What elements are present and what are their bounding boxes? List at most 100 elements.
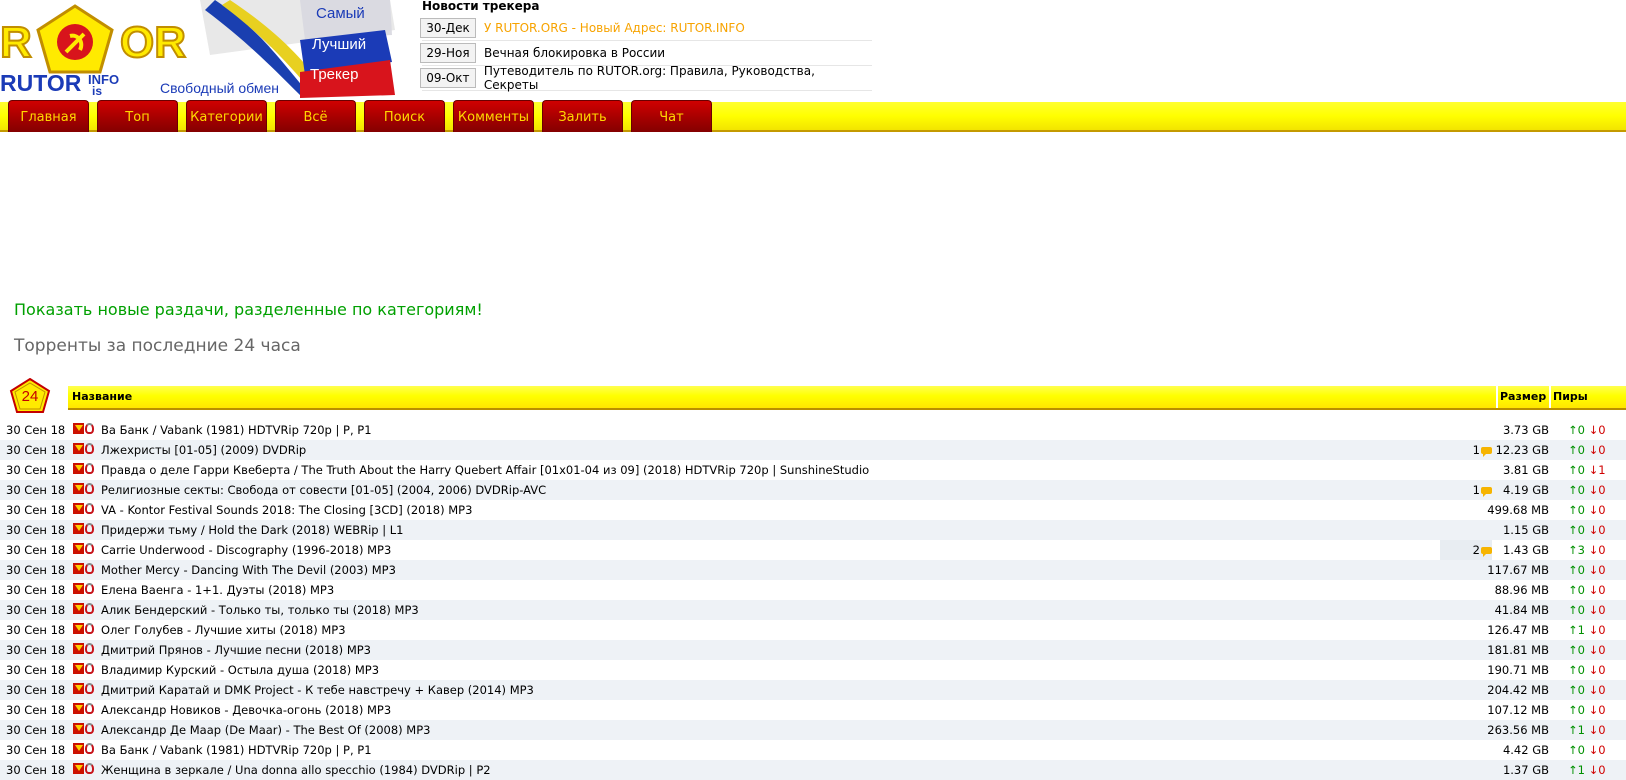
magnet-icon[interactable] xyxy=(85,543,94,554)
news-link[interactable]: Путеводитель по RUTOR.org: Правила, Руко… xyxy=(484,64,872,92)
row-peers: ↑1 ↓0 xyxy=(1568,720,1606,740)
download-icon[interactable] xyxy=(73,503,84,514)
row-icons xyxy=(73,642,97,658)
row-icons xyxy=(73,762,97,778)
row-date: 30 Сен 18 xyxy=(6,643,66,657)
magnet-icon[interactable] xyxy=(85,663,94,674)
download-icon[interactable] xyxy=(73,583,84,594)
arrow-down-icon: ↓ xyxy=(1588,663,1599,677)
table-row: 30 Сен 18 Религиозные секты: Свобода от с… xyxy=(0,480,1626,500)
row-date: 30 Сен 18 xyxy=(6,483,66,497)
torrent-title-link[interactable]: Владимир Курский - Остыла душа (2018) MP… xyxy=(101,663,379,677)
torrent-title-link[interactable]: Религиозные секты: Свобода от совести [0… xyxy=(101,483,546,497)
row-size: 3.73 GB xyxy=(1502,423,1549,437)
download-icon[interactable] xyxy=(73,423,84,434)
seeders-count: 0 xyxy=(1577,503,1585,517)
magnet-icon[interactable] xyxy=(85,483,94,494)
magnet-icon[interactable] xyxy=(85,603,94,614)
magnet-icon[interactable] xyxy=(85,763,94,774)
row-date: 30 Сен 18 xyxy=(6,763,66,777)
download-icon[interactable] xyxy=(73,663,84,674)
download-icon[interactable] xyxy=(73,443,84,454)
site-logo[interactable]: R OR RUTOR INFO is Самый Лучший Трекер С… xyxy=(0,0,400,100)
table-row: 30 Сен 18 Дмитрий Прянов - Лучшие песни (… xyxy=(0,640,1626,660)
magnet-icon[interactable] xyxy=(85,723,94,734)
torrent-title-link[interactable]: Дмитрий Каратай и DMK Project - К тебе н… xyxy=(101,683,534,697)
row-size: 204.42 MB xyxy=(1487,683,1549,697)
download-icon[interactable] xyxy=(73,523,84,534)
download-icon[interactable] xyxy=(73,603,84,614)
row-size: 1.37 GB xyxy=(1502,763,1549,777)
arrow-up-icon: ↑ xyxy=(1568,463,1578,477)
download-icon[interactable] xyxy=(73,763,84,774)
magnet-icon[interactable] xyxy=(85,563,94,574)
download-icon[interactable] xyxy=(73,723,84,734)
seeders-count: 3 xyxy=(1577,543,1585,557)
badge-label: 24 xyxy=(21,388,39,405)
magnet-icon[interactable] xyxy=(85,703,94,714)
tab-upload[interactable]: Залить xyxy=(542,100,623,132)
row-size: 41.84 MB xyxy=(1494,603,1549,617)
tab-top[interactable]: Топ xyxy=(97,100,178,132)
torrent-title-link[interactable]: Лжехристы [01-05] (2009) DVDRip xyxy=(101,443,306,457)
download-icon[interactable] xyxy=(73,623,84,634)
arrow-up-icon: ↑ xyxy=(1568,443,1578,457)
torrent-title-link[interactable]: Правда о деле Гарри Квеберта / The Truth… xyxy=(101,463,869,477)
torrent-title-link[interactable]: Придержи тьму / Hold the Dark (2018) WEB… xyxy=(101,523,404,537)
magnet-icon[interactable] xyxy=(85,443,94,454)
arrow-up-icon: ↑ xyxy=(1568,423,1578,437)
seeders-count: 0 xyxy=(1577,563,1585,577)
torrent-title-link[interactable]: Mother Mercy - Dancing With The Devil (2… xyxy=(101,563,396,577)
download-icon[interactable] xyxy=(73,483,84,494)
row-icons xyxy=(73,582,97,598)
tab-comments[interactable]: Комменты xyxy=(453,100,534,132)
arrow-up-icon: ↑ xyxy=(1568,763,1578,777)
magnet-icon[interactable] xyxy=(85,503,94,514)
download-icon[interactable] xyxy=(73,743,84,754)
row-peers: ↑0 ↓0 xyxy=(1568,480,1606,500)
seeders-count: 0 xyxy=(1577,463,1585,477)
torrent-title-link[interactable]: Алик Бендерский - Только ты, только ты (… xyxy=(101,603,419,617)
magnet-icon[interactable] xyxy=(85,683,94,694)
show-new-by-category-link[interactable]: Показать новые раздачи, разделенные по к… xyxy=(14,300,483,319)
news-link[interactable]: У RUTOR.ORG - Новый Адрес: RUTOR.INFO xyxy=(484,21,745,35)
magnet-icon[interactable] xyxy=(85,463,94,474)
magnet-icon[interactable] xyxy=(85,743,94,754)
magnet-icon[interactable] xyxy=(85,523,94,534)
torrent-title-link[interactable]: Ва Банк / Vabank (1981) HDTVRip 720p | P… xyxy=(101,743,372,757)
arrow-down-icon: ↓ xyxy=(1588,723,1599,737)
download-icon[interactable] xyxy=(73,563,84,574)
arrow-up-icon: ↑ xyxy=(1568,743,1578,757)
download-icon[interactable] xyxy=(73,643,84,654)
comments-count[interactable]: 2 xyxy=(1440,540,1492,560)
tab-search[interactable]: Поиск xyxy=(364,100,445,132)
torrent-title-link[interactable]: Александр Де Маар (De Maar) - The Best O… xyxy=(101,723,430,737)
torrent-title-link[interactable]: Александр Новиков - Девочка-огонь (2018)… xyxy=(101,703,391,717)
magnet-icon[interactable] xyxy=(85,643,94,654)
news-link[interactable]: Вечная блокировка в России xyxy=(484,46,665,60)
comments-count[interactable]: 1 xyxy=(1440,480,1492,500)
tab-all[interactable]: Всё xyxy=(275,100,356,132)
torrent-title-link[interactable]: Олег Голубев - Лучшие хиты (2018) MP3 xyxy=(101,623,346,637)
download-icon[interactable] xyxy=(73,463,84,474)
row-icons xyxy=(73,442,97,458)
torrent-title-link[interactable]: Женщина в зеркале / Una donna allo specc… xyxy=(101,763,491,777)
torrent-title-link[interactable]: Дмитрий Прянов - Лучшие песни (2018) MP3 xyxy=(101,643,371,657)
tab-categories[interactable]: Категории xyxy=(186,100,267,132)
download-icon[interactable] xyxy=(73,683,84,694)
download-icon[interactable] xyxy=(73,703,84,714)
arrow-down-icon: ↓ xyxy=(1588,763,1599,777)
magnet-icon[interactable] xyxy=(85,623,94,634)
tab-main[interactable]: Главная xyxy=(8,100,89,132)
tab-chat[interactable]: Чат xyxy=(631,100,712,132)
logo-letter-r: R xyxy=(0,17,33,68)
magnet-icon[interactable] xyxy=(85,423,94,434)
magnet-icon[interactable] xyxy=(85,583,94,594)
torrent-title-link[interactable]: Елена Ваенга - 1+1. Дуэты (2018) MP3 xyxy=(101,583,334,597)
comments-count[interactable]: 1 xyxy=(1440,440,1492,460)
main-menu: Главная Топ Категории Всё Поиск Комменты… xyxy=(8,100,720,132)
torrent-title-link[interactable]: VA - Kontor Festival Sounds 2018: The Cl… xyxy=(101,503,472,517)
torrent-title-link[interactable]: Carrie Underwood - Discography (1996-201… xyxy=(101,543,391,557)
torrent-title-link[interactable]: Ва Банк / Vabank (1981) HDTVRip 720p | P… xyxy=(101,423,372,437)
download-icon[interactable] xyxy=(73,543,84,554)
